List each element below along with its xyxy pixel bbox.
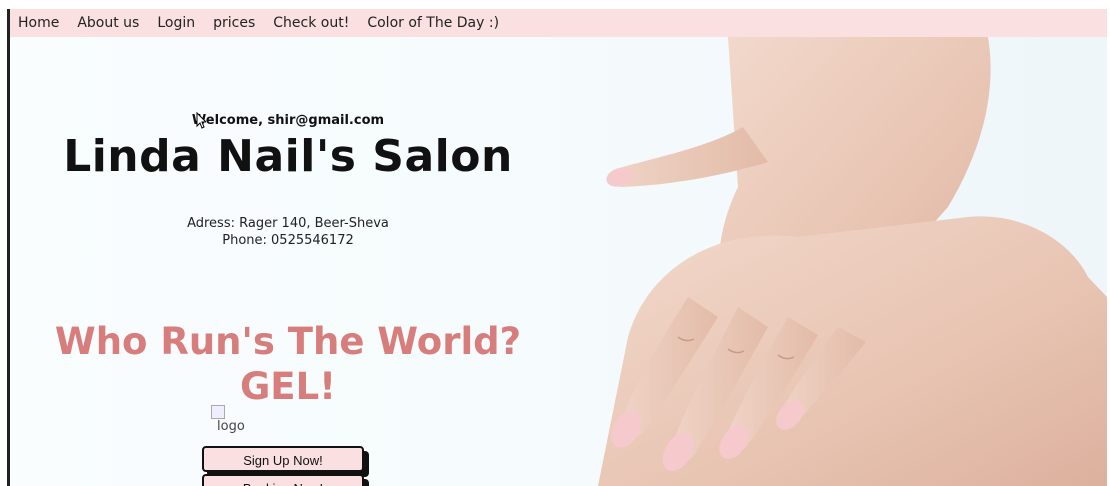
salon-title: Linda Nail's Salon xyxy=(63,131,513,182)
hands-background-image xyxy=(598,37,1107,486)
hero-section: Welcome, shir@gmail.com Linda Nail's Sal… xyxy=(8,37,1107,486)
welcome-message: Welcome, shir@gmail.com xyxy=(191,113,385,128)
page-frame: Home About us Login prices Check out! Co… xyxy=(8,9,1107,486)
logo-alt-text: logo xyxy=(217,419,245,434)
slogan-heading: Who Run's The World? GEL! xyxy=(8,319,568,409)
phone-text: Phone: 0525546172 xyxy=(222,233,354,248)
page-left-border xyxy=(7,9,10,486)
mouse-cursor-icon xyxy=(196,112,206,129)
nav-checkout-link[interactable]: Check out! xyxy=(273,15,349,31)
nav-login-link[interactable]: Login xyxy=(157,15,195,31)
top-navbar: Home About us Login prices Check out! Co… xyxy=(8,9,1107,37)
logo-image: logo xyxy=(211,405,247,435)
nav-home-link[interactable]: Home xyxy=(18,15,59,31)
address-text: Adress: Rager 140, Beer-Sheva xyxy=(187,216,389,231)
broken-image-icon xyxy=(211,405,225,419)
slogan-line-2: GEL! xyxy=(239,365,337,408)
booking-button[interactable]: Booking Now! xyxy=(202,474,364,486)
slogan-line-1: Who Run's The World? xyxy=(54,320,522,363)
nav-color-of-day-link[interactable]: Color of The Day :) xyxy=(367,15,499,31)
sign-up-button[interactable]: Sign Up Now! xyxy=(202,446,364,472)
contact-info: Adress: Rager 140, Beer-Sheva Phone: 052… xyxy=(8,215,568,249)
nav-prices-link[interactable]: prices xyxy=(213,15,255,31)
nav-about-link[interactable]: About us xyxy=(77,15,139,31)
